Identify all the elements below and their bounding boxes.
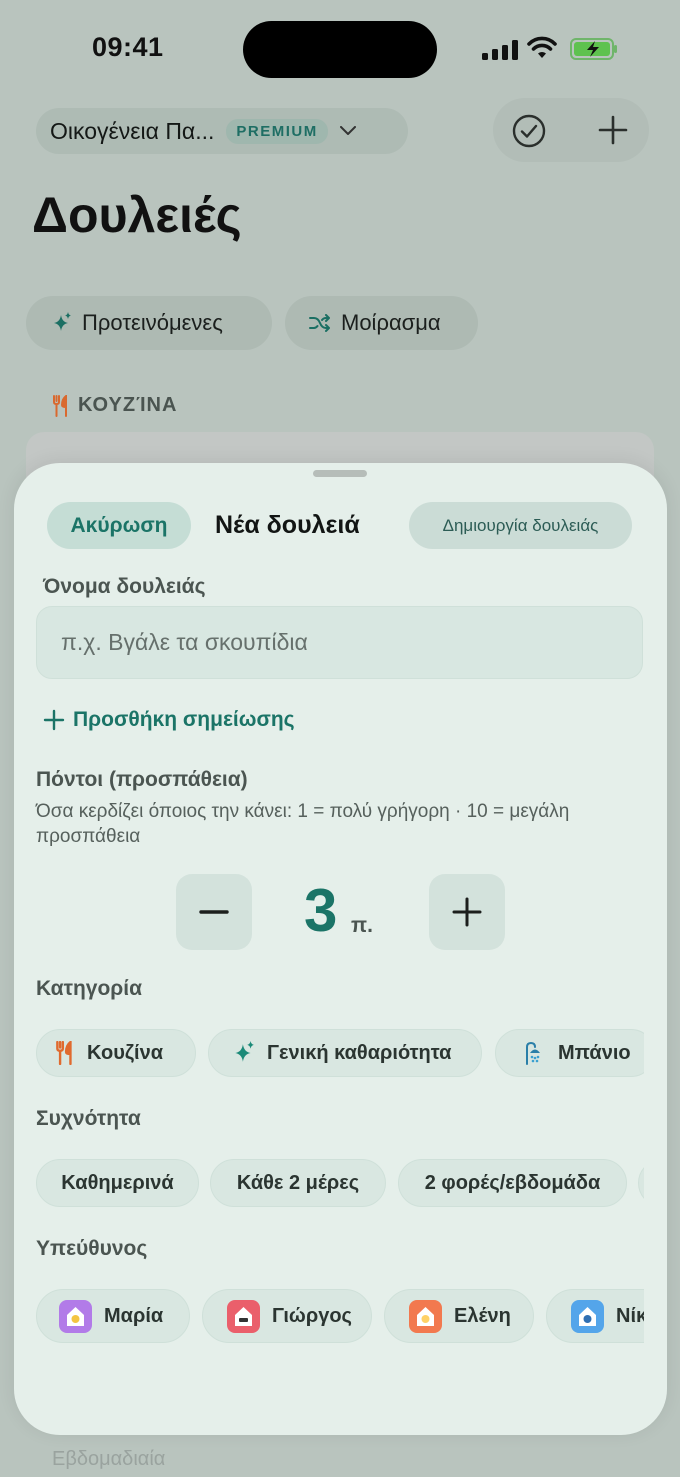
frequency-label: Συχνότητα (36, 1107, 141, 1130)
category-kitchen-label: Κουζίνα (87, 1041, 164, 1064)
frequency-daily[interactable]: Καθημερινά (36, 1159, 199, 1207)
chevron-down-icon (339, 126, 356, 135)
category-general-cleaning-label: Γενική καθαριότητα (267, 1041, 452, 1064)
minus-icon (199, 910, 229, 914)
add-note-label: Προσθήκη σημείωσης (73, 708, 295, 731)
frequency-twice-weekly[interactable]: 2 φορές/εβδομάδα (398, 1159, 627, 1207)
filter-suggested-label: Προτεινόμενες (82, 310, 223, 335)
dynamic-island (243, 21, 437, 78)
filter-suggested[interactable]: Προτεινόμενες (26, 296, 272, 350)
sparkles-icon (54, 312, 71, 331)
create-chore-button[interactable]: Δημιουργία δουλειάς (409, 502, 632, 549)
fork-knife-icon (53, 394, 67, 417)
shower-icon (526, 1041, 540, 1065)
premium-badge: PREMIUM (226, 118, 328, 144)
status-bar: 09:41 (0, 0, 680, 100)
assignee-eleni-name: Ελένη (454, 1304, 511, 1327)
wifi-icon (527, 36, 557, 58)
page-title: Δουλειές (32, 187, 242, 243)
cancel-button[interactable]: Ακύρωση (47, 502, 191, 549)
avatar-icon (227, 1299, 260, 1333)
assignee-row: Μαρία Γιώργος Ελένη Νίκ (36, 1289, 644, 1345)
filter-share[interactable]: Μοίρασμα (285, 296, 478, 350)
assignee-maria-name: Μαρία (104, 1304, 164, 1327)
signal-icon (482, 40, 518, 60)
decrease-points-button[interactable] (176, 874, 252, 950)
new-chore-sheet: Ακύρωση Νέα δουλειά Δημιουργία δουλειάς … (14, 463, 667, 1435)
background-section-label: Εβδομαδιαία (52, 1448, 166, 1470)
frequency-row: Καθημερινά Κάθε 2 μέρες 2 φορές/εβδομάδα (36, 1159, 644, 1211)
avatar-icon (571, 1299, 604, 1333)
sheet-grabber[interactable] (313, 470, 367, 477)
section-kitchen-header: ΚΟΥΖΊΝΑ (52, 394, 177, 417)
assignee-nikos[interactable]: Νίκ (546, 1289, 644, 1343)
avatar-icon (409, 1299, 442, 1333)
family-selector[interactable]: Οικογένεια Πα... PREMIUM (36, 108, 408, 154)
assignee-eleni[interactable]: Ελένη (384, 1289, 534, 1343)
points-label: Πόντοι (προσπάθεια) (36, 768, 248, 791)
assignee-maria[interactable]: Μαρία (36, 1289, 190, 1343)
assignee-label: Υπεύθυνος (36, 1237, 148, 1260)
assignee-giorgos-name: Γιώργος (272, 1304, 352, 1327)
frequency-more[interactable] (638, 1159, 644, 1207)
category-label: Κατηγορία (36, 977, 143, 1000)
sparkles-icon (235, 1041, 254, 1062)
category-general-cleaning[interactable]: Γενική καθαριότητα (208, 1029, 482, 1077)
points-unit: π. (351, 914, 373, 937)
points-help-text: Όσα κερδίζει όποιος την κάνει: 1 = πολύ … (36, 801, 570, 847)
fork-knife-icon (56, 1041, 72, 1065)
sheet-title: Νέα δουλειά (215, 511, 360, 539)
plus-icon[interactable] (598, 115, 628, 145)
assignee-giorgos[interactable]: Γιώργος (202, 1289, 372, 1343)
assignee-nikos-name: Νίκ (616, 1304, 644, 1327)
filter-share-label: Μοίρασμα (341, 310, 441, 335)
chore-name-input[interactable] (36, 606, 643, 679)
section-kitchen-label: ΚΟΥΖΊΝΑ (78, 394, 178, 416)
battery-charging-icon (570, 38, 617, 60)
increase-points-button[interactable] (429, 874, 505, 950)
add-note-button[interactable]: Προσθήκη σημείωσης (43, 708, 295, 732)
category-kitchen[interactable]: Κουζίνα (36, 1029, 196, 1077)
checkmark-circle-icon[interactable] (512, 114, 546, 148)
shuffle-icon (309, 314, 330, 332)
frequency-every-2-days[interactable]: Κάθε 2 μέρες (210, 1159, 386, 1207)
plus-icon (43, 709, 65, 731)
category-bathroom[interactable]: Μπάνιο (495, 1029, 644, 1077)
chore-name-label: Όνομα δουλειάς (43, 575, 206, 598)
points-value: 3 (304, 877, 338, 944)
category-bathroom-label: Μπάνιο (558, 1041, 631, 1064)
plus-icon (452, 897, 482, 927)
category-row: Κουζίνα Γενική καθαριότητα Μπάνιο (36, 1029, 644, 1081)
avatar-icon (59, 1299, 92, 1333)
family-name: Οικογένεια Πα... (50, 117, 215, 144)
status-time: 09:41 (92, 32, 164, 62)
